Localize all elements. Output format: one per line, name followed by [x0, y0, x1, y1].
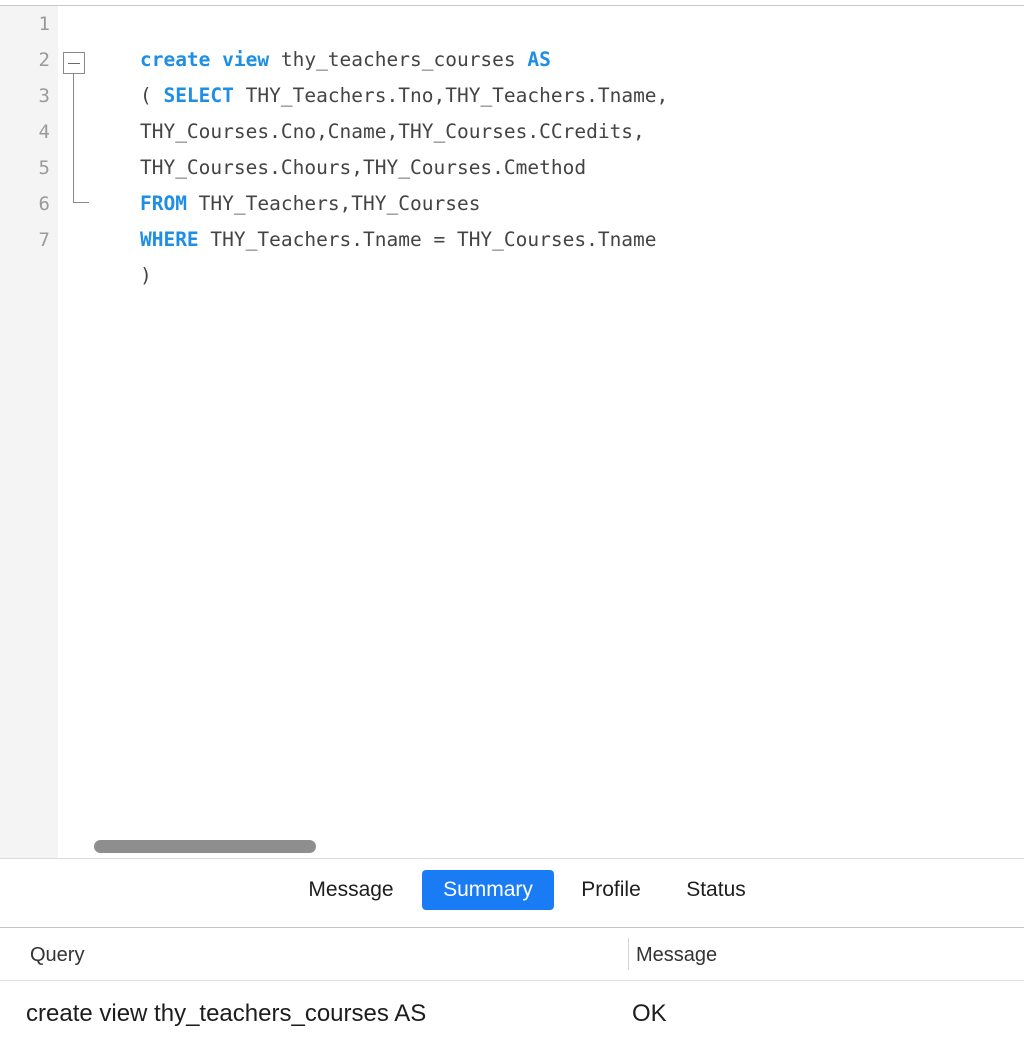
horizontal-scrollbar-thumb[interactable]	[94, 840, 316, 853]
line-number: 7	[38, 229, 50, 251]
column-separator[interactable]	[628, 938, 629, 970]
code-line[interactable]: FROM THY_Teachers,THY_Courses	[93, 150, 480, 215]
column-header-message[interactable]: Message	[636, 938, 717, 972]
line-number: 1	[38, 13, 50, 35]
divider	[0, 858, 1024, 859]
code-line[interactable]: create view thy_teachers_courses AS	[93, 6, 551, 71]
code-text: )	[139, 264, 152, 287]
sql-editor[interactable]: 1 2 3 4 5 6 7 create view thy_teachers_c…	[0, 6, 1024, 858]
code-line[interactable]: THY_Courses.Chours,THY_Courses.Cmethod	[93, 114, 586, 179]
tab-status[interactable]: Status	[672, 870, 760, 910]
result-cell-query[interactable]: create view thy_teachers_courses AS	[26, 994, 426, 1034]
line-number: 2	[38, 49, 50, 71]
line-number: 3	[38, 85, 50, 107]
fold-collapse-icon[interactable]	[63, 52, 85, 74]
fold-guide-end	[73, 202, 89, 203]
code-line[interactable]: ( SELECT THY_Teachers.Tno,THY_Teachers.T…	[93, 42, 668, 107]
result-cell-message[interactable]: OK	[632, 994, 667, 1034]
tab-message[interactable]: Message	[296, 870, 406, 910]
fold-guide-line	[73, 74, 74, 202]
line-number-gutter: 1 2 3 4 5 6 7	[0, 6, 58, 858]
line-number: 5	[38, 157, 50, 179]
code-line[interactable]: )	[93, 222, 152, 287]
tab-summary[interactable]: Summary	[422, 870, 554, 910]
column-header-query[interactable]: Query	[30, 938, 84, 972]
code-line[interactable]: THY_Courses.Cno,Cname,THY_Courses.CCredi…	[93, 78, 645, 143]
divider	[0, 927, 1024, 928]
tab-profile[interactable]: Profile	[568, 870, 654, 910]
code-line[interactable]: WHERE THY_Teachers.Tname = THY_Courses.T…	[93, 186, 657, 251]
line-number: 4	[38, 121, 50, 143]
divider	[0, 980, 1024, 981]
line-number: 6	[38, 193, 50, 215]
result-tabs: Message Summary Profile Status	[0, 870, 1024, 910]
code-text: THY_Teachers.Tname = THY_Courses.Tname	[198, 228, 657, 251]
